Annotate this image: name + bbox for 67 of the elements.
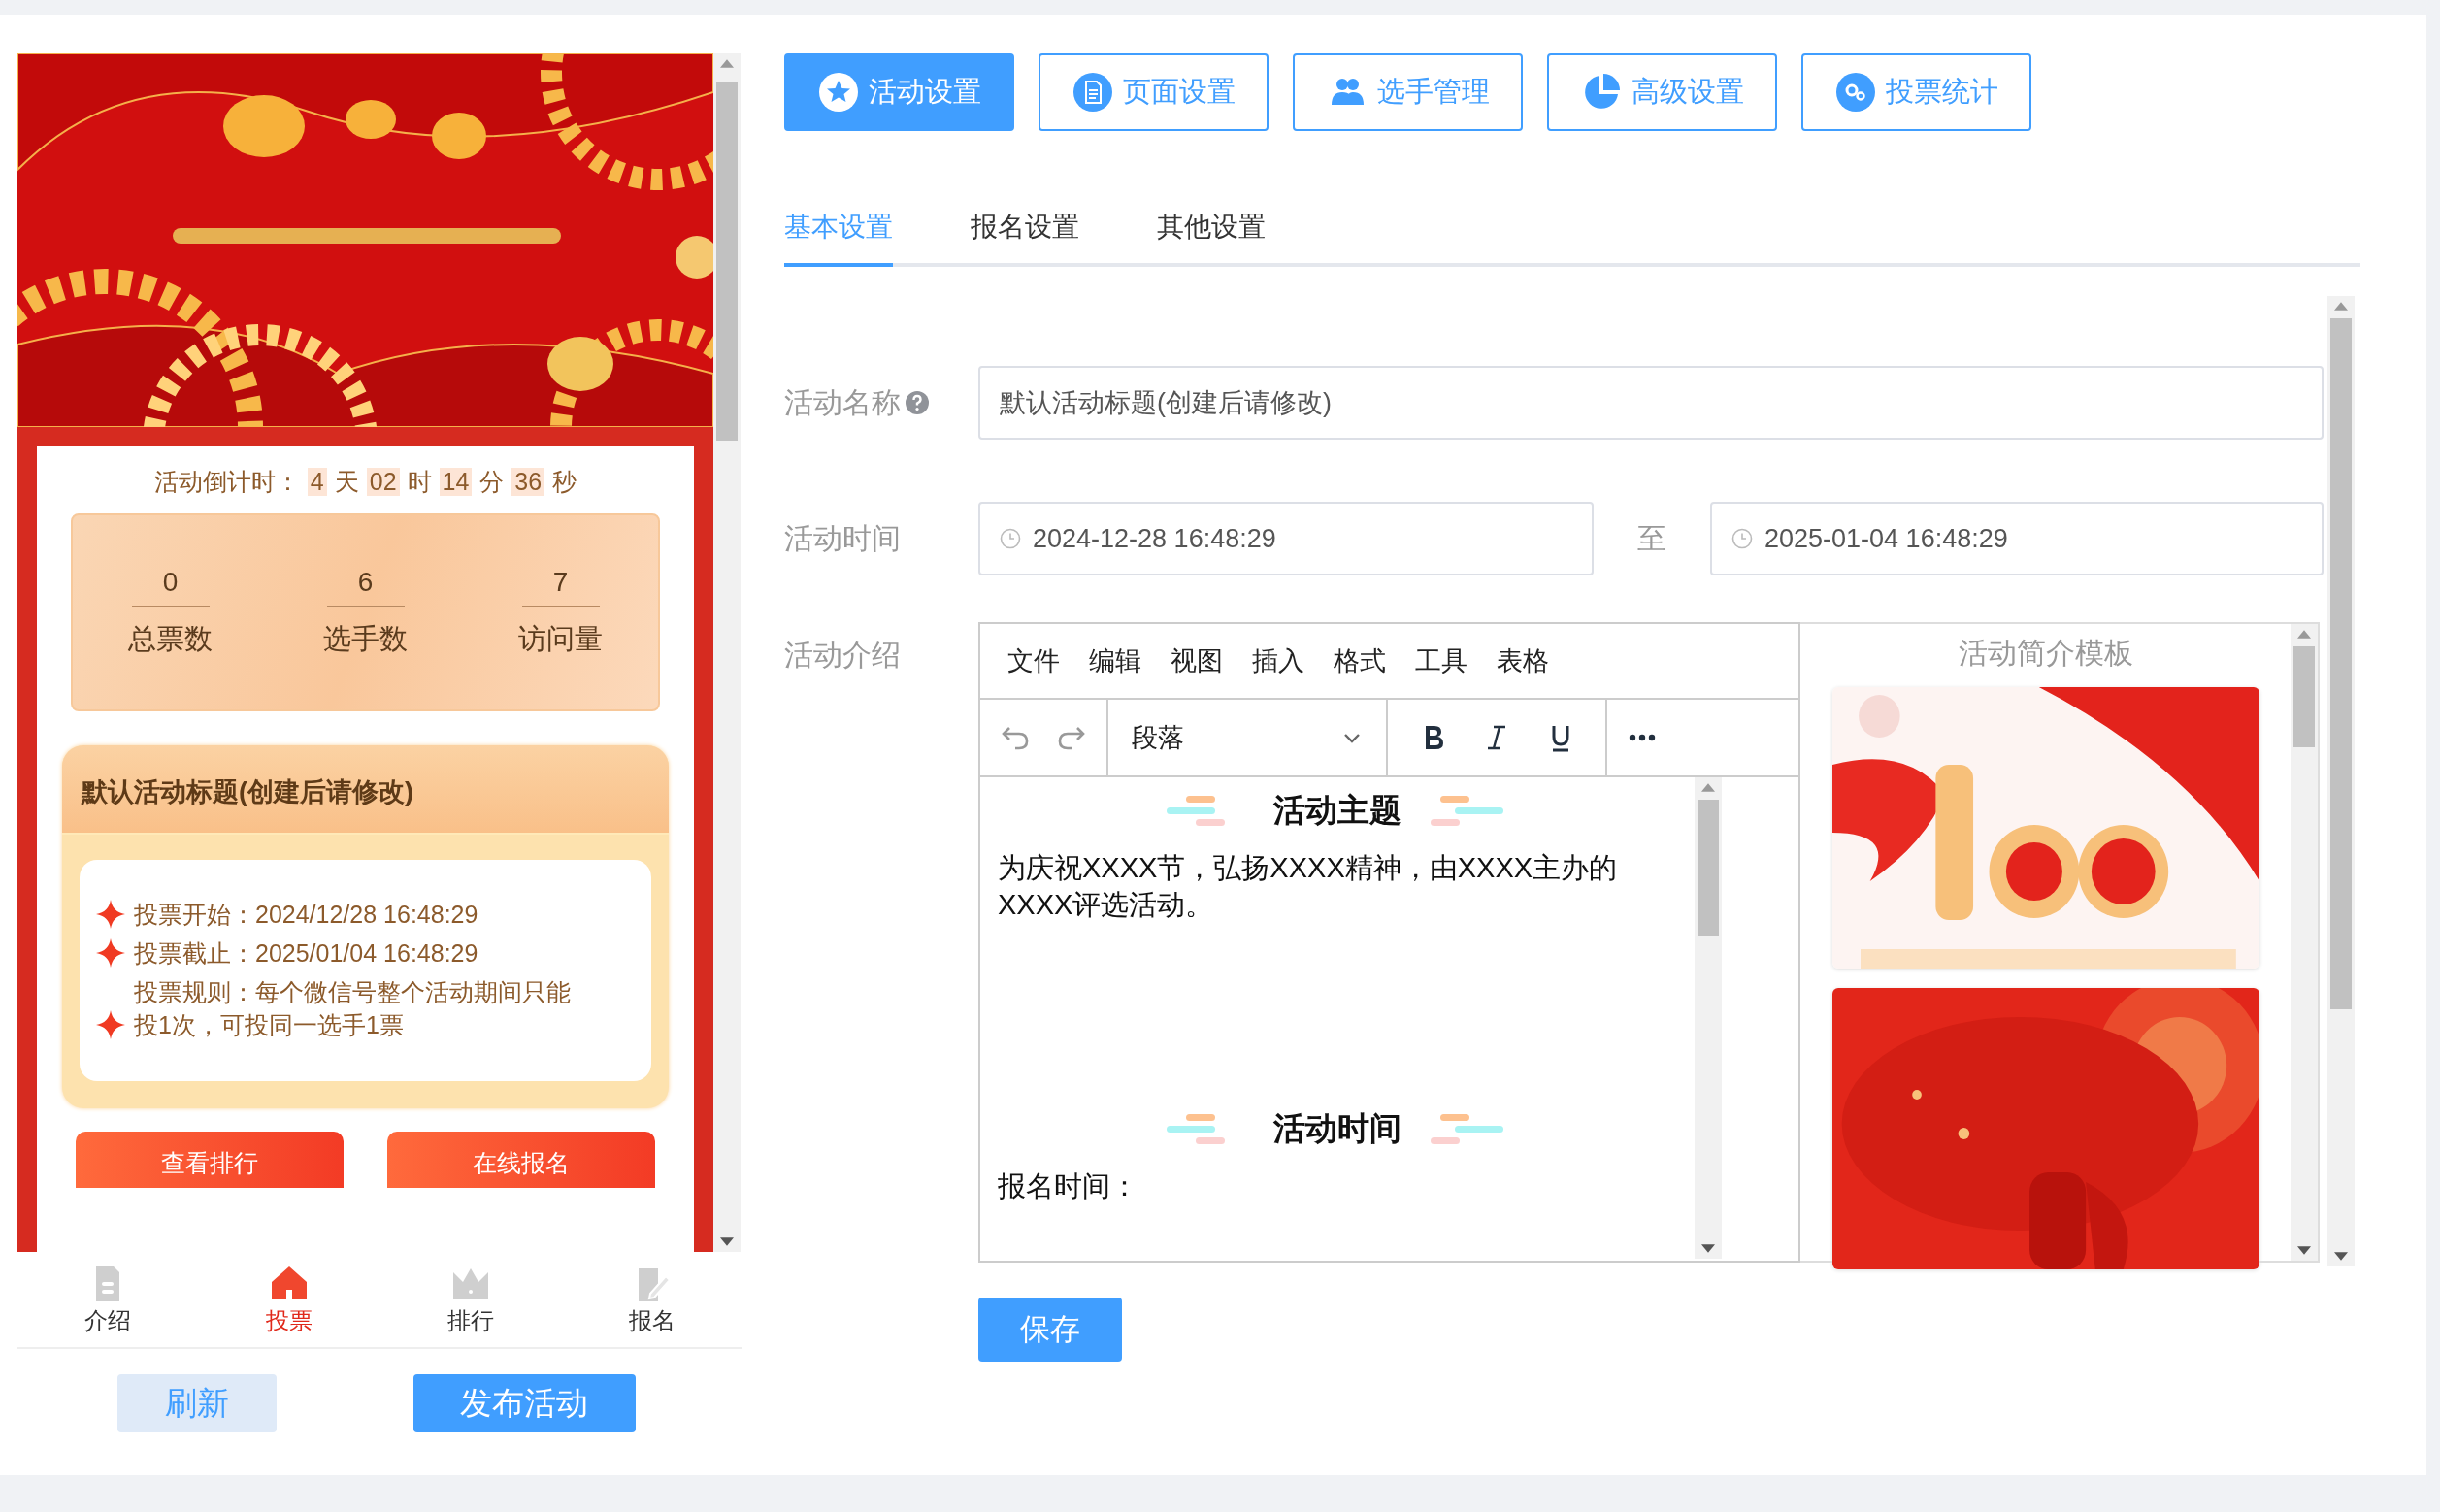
menu-item[interactable]: 工具 [1411, 643, 1471, 678]
sparkle-icon [95, 937, 126, 969]
section-heading: 活动时间 [1273, 1109, 1401, 1149]
rule-text: 投票开始：2024/12/28 16:48:29 [134, 900, 479, 931]
menu-item[interactable]: 表格 [1493, 643, 1553, 678]
scroll-down-icon[interactable] [720, 1237, 734, 1246]
scroll-down-icon[interactable] [2334, 1252, 2348, 1261]
countdown-value: 4 [307, 468, 327, 496]
stat-value: 7 [521, 566, 600, 607]
countdown-unit: 分 [479, 467, 505, 497]
sparkle-icon [95, 899, 126, 930]
rule-text: 投票截止：2025/01/04 16:48:29 [134, 938, 479, 970]
scrollbar-thumb[interactable] [1698, 800, 1719, 936]
section-heading: 活动主题 [1273, 791, 1401, 830]
clock-icon [1000, 528, 1021, 549]
paragraph: 报名时间： [998, 1169, 1139, 1204]
range-separator: 至 [1636, 520, 1667, 556]
scrollbar[interactable] [1695, 777, 1722, 1259]
paragraph: 为庆祝XXXX节，弘扬XXXX精神，由XXXX主办的XXXX评选活动。 [998, 851, 1619, 922]
countdown-value: 02 [366, 468, 400, 496]
panel-title: 活动简介模板 [1958, 636, 2133, 671]
countdown-unit: 天 [334, 467, 359, 497]
stat-value: 0 [131, 566, 210, 607]
input-field[interactable]: 默认活动标题(创建后请修改) [978, 366, 2324, 440]
countdown-unit: 秒 [552, 467, 577, 497]
field-label: 活动名称 [784, 384, 901, 420]
nav-item[interactable]: 介绍 [17, 1252, 199, 1347]
menu-item[interactable]: 格式 [1330, 643, 1390, 678]
menu-item[interactable]: 插入 [1248, 643, 1308, 678]
scroll-up-icon[interactable] [1701, 783, 1715, 792]
scrollbar[interactable] [2327, 296, 2355, 1266]
date-field[interactable]: 2024-12-28 16:48:29 [978, 502, 1594, 575]
sub-tab[interactable]: 其他设置 [1157, 209, 1266, 267]
format-dropdown[interactable]: 段落 [1126, 719, 1368, 756]
stat-value: 6 [326, 566, 405, 607]
menu-item[interactable]: 视图 [1167, 643, 1227, 678]
help-icon[interactable] [905, 390, 930, 415]
countdown-value: 36 [511, 468, 545, 496]
scroll-down-icon[interactable] [2297, 1246, 2311, 1255]
info-card-title: 默认活动标题(创建后请修改) [62, 745, 669, 835]
field-label: 活动时间 [784, 520, 902, 556]
rule-text: 投票规则：每个微信号整个活动期间只能投1次，可投同一选手1票 [134, 977, 572, 1040]
date-field[interactable]: 2025-01-04 16:48:29 [1710, 502, 2324, 575]
stat-label: 访问量 [518, 621, 603, 656]
clock-icon [1731, 528, 1753, 549]
scroll-up-icon[interactable] [2297, 630, 2311, 639]
scrollbar[interactable] [713, 53, 741, 1252]
scrollbar-thumb[interactable] [716, 82, 738, 441]
scrollbar-thumb[interactable] [2330, 318, 2352, 1009]
field-label: 活动介绍 [784, 638, 902, 673]
scroll-up-icon[interactable] [720, 59, 734, 68]
stat-label: 选手数 [323, 621, 408, 656]
countdown-value: 14 [439, 468, 473, 496]
scroll-up-icon[interactable] [2334, 302, 2348, 311]
countdown-unit: 时 [407, 467, 432, 497]
nav-item[interactable]: 报名 [561, 1252, 742, 1347]
scrollbar-thumb[interactable] [2293, 646, 2315, 747]
countdown-label: 活动倒计时： [153, 467, 300, 497]
scrollbar[interactable] [2291, 624, 2318, 1261]
stat-label: 总票数 [128, 621, 213, 656]
sub-tab[interactable]: 报名设置 [971, 209, 1079, 267]
nav-item[interactable]: 投票 [198, 1252, 380, 1347]
menu-item[interactable]: 编辑 [1085, 643, 1145, 678]
document-icon [1072, 72, 1113, 113]
scroll-down-icon[interactable] [1701, 1244, 1715, 1253]
menu-item[interactable]: 文件 [1004, 643, 1064, 678]
nav-item[interactable]: 排行 [379, 1252, 562, 1347]
